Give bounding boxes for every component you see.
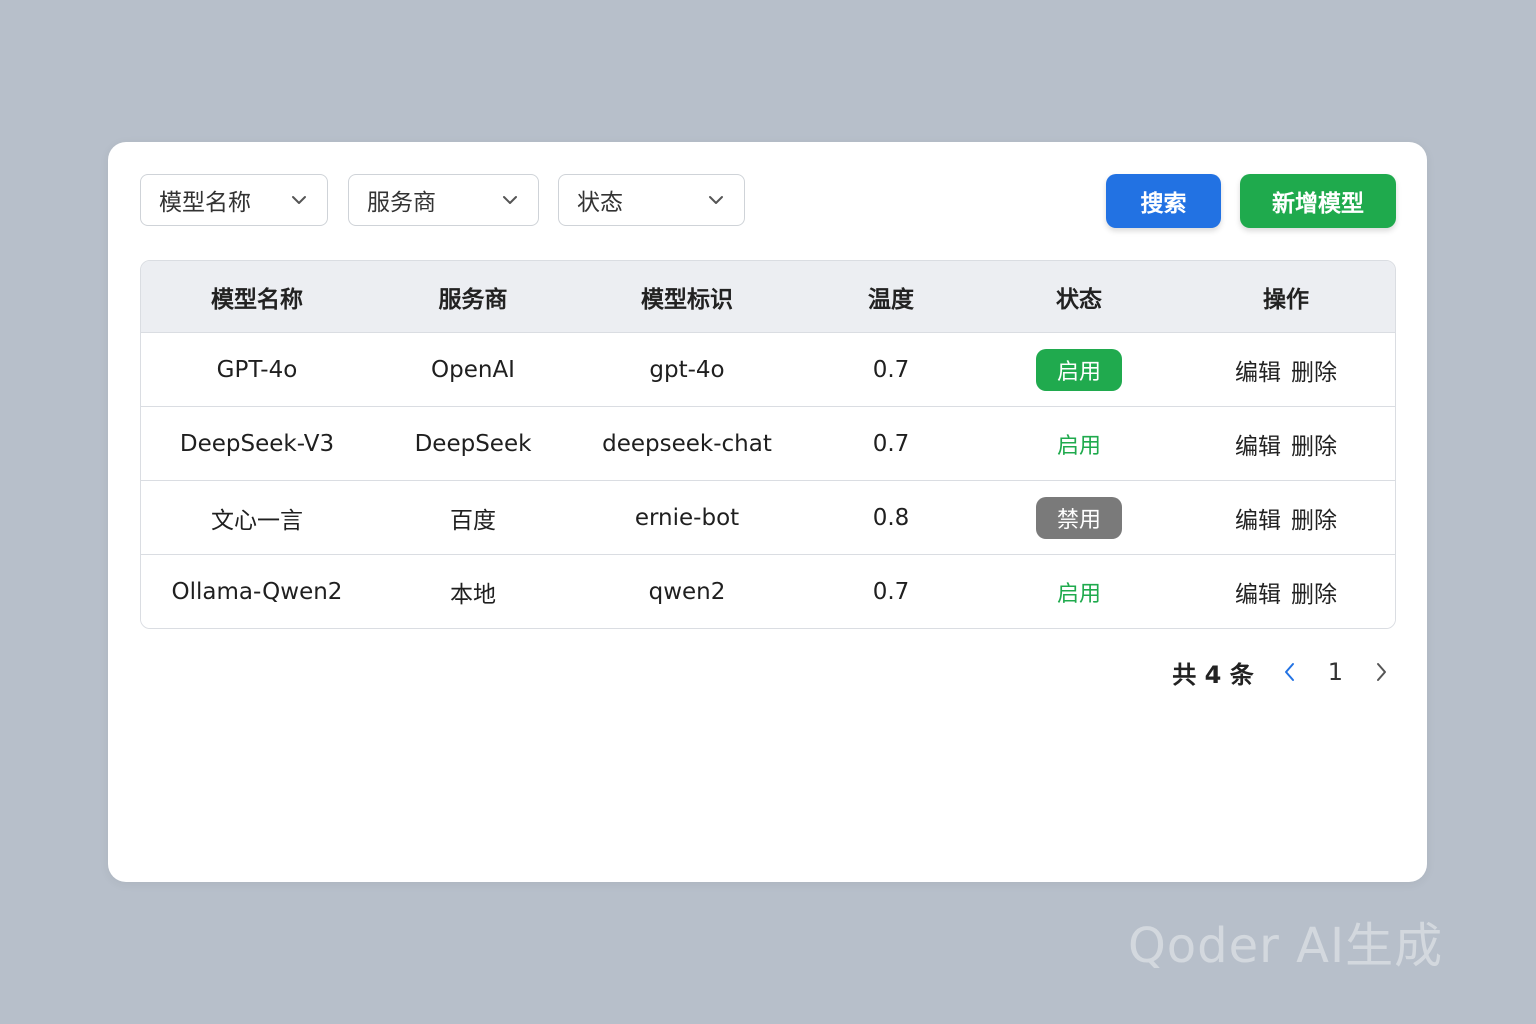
- table-row: Ollama-Qwen2 本地 qwen2 0.7 启用 编辑 删除: [141, 555, 1395, 628]
- pagination-total: 共 4 条: [1172, 660, 1254, 689]
- chevron-left-icon: [1284, 663, 1294, 681]
- cell-model-name: Ollama-Qwen2: [171, 578, 343, 605]
- cell-model-id: deepseek-chat: [602, 430, 772, 457]
- table-row: GPT-4o OpenAI gpt-4o 0.7 启用 编辑 删除: [141, 333, 1395, 407]
- next-page-button[interactable]: [1371, 661, 1391, 683]
- cell-actions: 编辑 删除: [1177, 407, 1395, 480]
- cell-model-id: ernie-bot: [634, 504, 740, 531]
- cell-provider: 本地: [450, 581, 496, 608]
- cell-model-name: DeepSeek-V3: [179, 430, 335, 457]
- pagination: 共 4 条 1: [1172, 652, 1391, 692]
- header-model-id: 模型标识: [641, 286, 733, 313]
- cell-model-id: gpt-4o: [649, 356, 725, 383]
- cell-model-name: 文心一言: [211, 507, 303, 534]
- cell-provider: OpenAI: [431, 356, 515, 383]
- edit-link[interactable]: 编辑: [1235, 575, 1281, 609]
- status-badge[interactable]: 启用: [1036, 423, 1122, 465]
- table-header: 模型名称 服务商 模型标识 温度 状态 操作: [141, 261, 1395, 333]
- cell-provider: DeepSeek: [414, 430, 532, 457]
- cell-status: 启用: [981, 555, 1177, 628]
- model-management-card: 模型名称 服务商 状态 搜索 新增模型 模型名称 服务商 模型标识 温度 状态 …: [108, 142, 1427, 882]
- cell-actions: 编辑 删除: [1177, 481, 1395, 554]
- cell-status: 启用: [981, 407, 1177, 480]
- delete-link[interactable]: 删除: [1291, 427, 1337, 461]
- cell-status: 启用: [981, 333, 1177, 406]
- cell-model-name: GPT-4o: [216, 356, 298, 383]
- filter-toolbar: 模型名称 服务商 状态 搜索 新增模型: [108, 142, 1427, 262]
- table-row: 文心一言 百度 ernie-bot 0.8 禁用 编辑 删除: [141, 481, 1395, 555]
- cell-temperature: 0.7: [872, 430, 910, 457]
- cell-actions: 编辑 删除: [1177, 555, 1395, 628]
- status-select-label: 状态: [577, 190, 623, 216]
- edit-link[interactable]: 编辑: [1235, 501, 1281, 535]
- search-button[interactable]: 搜索: [1106, 174, 1221, 228]
- model-table: 模型名称 服务商 模型标识 温度 状态 操作 GPT-4o OpenAI gpt…: [140, 260, 1396, 629]
- cell-temperature: 0.7: [872, 578, 910, 605]
- chevron-down-icon: [503, 196, 517, 204]
- status-badge[interactable]: 启用: [1036, 348, 1122, 391]
- header-model-name: 模型名称: [211, 286, 303, 313]
- page-number[interactable]: 1: [1328, 658, 1343, 686]
- table-row: DeepSeek-V3 DeepSeek deepseek-chat 0.7 启…: [141, 407, 1395, 481]
- watermark: Qoder AI生成: [1128, 918, 1444, 974]
- header-provider: 服务商: [438, 286, 508, 313]
- status-badge[interactable]: 禁用: [1036, 496, 1122, 539]
- chevron-down-icon: [292, 196, 306, 204]
- header-temperature: 温度: [868, 286, 914, 313]
- delete-link[interactable]: 删除: [1291, 501, 1337, 535]
- cell-actions: 编辑 删除: [1177, 333, 1395, 406]
- cell-model-id: qwen2: [648, 578, 726, 605]
- cell-temperature: 0.7: [872, 356, 910, 383]
- model-name-select-label: 模型名称: [159, 190, 251, 216]
- provider-select[interactable]: 服务商: [348, 174, 539, 226]
- header-status: 状态: [1056, 286, 1102, 313]
- cell-status: 禁用: [981, 481, 1177, 554]
- model-name-select[interactable]: 模型名称: [140, 174, 328, 226]
- cell-provider: 百度: [450, 507, 496, 534]
- add-model-button[interactable]: 新增模型: [1240, 174, 1396, 228]
- status-badge[interactable]: 启用: [1036, 571, 1122, 613]
- prev-page-button[interactable]: [1280, 661, 1300, 683]
- delete-link[interactable]: 删除: [1291, 575, 1337, 609]
- delete-link[interactable]: 删除: [1291, 353, 1337, 387]
- edit-link[interactable]: 编辑: [1235, 353, 1281, 387]
- edit-link[interactable]: 编辑: [1235, 427, 1281, 461]
- header-actions: 操作: [1263, 286, 1309, 313]
- chevron-down-icon: [709, 196, 723, 204]
- status-select[interactable]: 状态: [558, 174, 745, 226]
- chevron-right-icon: [1377, 663, 1386, 681]
- cell-temperature: 0.8: [872, 504, 910, 531]
- provider-select-label: 服务商: [367, 190, 436, 216]
